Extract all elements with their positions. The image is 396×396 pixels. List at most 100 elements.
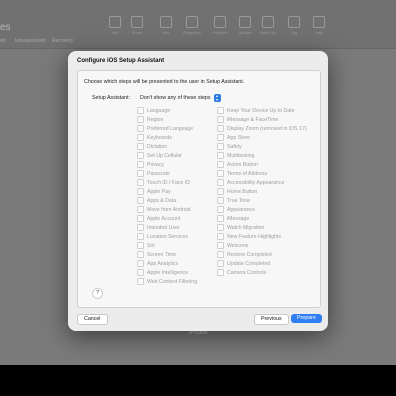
step-checkbox-item[interactable]: Keep Your Device Up to Date <box>217 106 307 115</box>
step-checkbox-item[interactable]: Restore Completed <box>217 250 307 259</box>
step-checkbox-item[interactable]: Region <box>137 115 197 124</box>
step-checkbox-item[interactable]: New Feature Highlights <box>217 232 307 241</box>
toolbar-button-label: Share <box>131 30 143 35</box>
checkbox[interactable] <box>137 116 144 123</box>
cancel-button[interactable]: Cancel <box>77 314 108 325</box>
checkbox[interactable] <box>217 161 224 168</box>
checkbox[interactable] <box>137 251 144 258</box>
blueprint-icon <box>186 16 198 28</box>
step-checkbox-item[interactable]: Multitasking <box>217 151 307 160</box>
checkbox[interactable] <box>137 215 144 222</box>
checkbox[interactable] <box>137 179 144 186</box>
checkbox[interactable] <box>217 179 224 186</box>
checkbox[interactable] <box>137 134 144 141</box>
toolbar-button[interactable]: Update <box>233 16 257 35</box>
step-checkbox-item[interactable]: Screen Time <box>137 250 197 259</box>
background-tab[interactable]: ed <box>0 38 6 44</box>
checkbox[interactable] <box>137 152 144 159</box>
checkbox[interactable] <box>137 224 144 231</box>
toolbar-button[interactable]: Tag <box>282 16 306 35</box>
checkbox[interactable] <box>217 224 224 231</box>
step-checkbox-item[interactable]: Display Zoom (removed in iOS 17) <box>217 124 307 133</box>
step-checkbox-item[interactable]: Appearance <box>217 205 307 214</box>
step-checkbox-item[interactable]: Accessibility Appearance <box>217 178 307 187</box>
checkbox[interactable] <box>217 116 224 123</box>
checkbox[interactable] <box>217 107 224 114</box>
checkbox[interactable] <box>217 197 224 204</box>
checkbox[interactable] <box>137 242 144 249</box>
step-checkbox-item[interactable]: Safety <box>217 142 307 151</box>
help-button[interactable]: ? <box>92 288 103 299</box>
checkbox[interactable] <box>217 260 224 267</box>
step-checkbox-item[interactable]: iMessage & FaceTime <box>217 115 307 124</box>
checkbox[interactable] <box>217 251 224 258</box>
checkbox[interactable] <box>137 260 144 267</box>
checkbox[interactable] <box>217 152 224 159</box>
checkbox[interactable] <box>217 170 224 177</box>
checkbox[interactable] <box>217 269 224 276</box>
checkbox[interactable] <box>137 197 144 204</box>
background-tab[interactable]: Unsupervised <box>15 38 46 44</box>
previous-button[interactable]: Previous <box>254 314 289 325</box>
toolbar-button[interactable]: Add <box>103 16 127 35</box>
prepare-icon <box>214 16 226 28</box>
checkbox[interactable] <box>137 125 144 132</box>
step-checkbox-item[interactable]: Action Button <box>217 160 307 169</box>
step-checkbox-item[interactable]: Home Button <box>217 187 307 196</box>
checkbox[interactable] <box>217 233 224 240</box>
checkbox[interactable] <box>137 107 144 114</box>
checkbox[interactable] <box>217 134 224 141</box>
checkbox[interactable] <box>217 206 224 213</box>
step-checkbox-item[interactable]: iMessage <box>217 214 307 223</box>
prepare-button[interactable]: Prepare <box>291 314 322 323</box>
step-checkbox-item[interactable]: Move from Android <box>137 205 197 214</box>
toolbar-button[interactable]: Help <box>307 16 331 35</box>
step-checkbox-item[interactable]: Keyboards <box>137 133 197 142</box>
step-checkbox-item[interactable]: Camera Controls <box>217 268 307 277</box>
checkbox[interactable] <box>217 242 224 249</box>
step-checkbox-item[interactable]: App Store <box>217 133 307 142</box>
step-label: Intended User <box>147 224 180 231</box>
step-checkbox-item[interactable]: Location Services <box>137 232 197 241</box>
toolbar-button[interactable]: Info <box>154 16 178 35</box>
step-checkbox-item[interactable]: Privacy <box>137 160 197 169</box>
checkbox[interactable] <box>137 278 144 285</box>
toolbar-button[interactable]: Back Up <box>256 16 280 35</box>
checkbox[interactable] <box>137 143 144 150</box>
setup-assistant-popup[interactable]: Don't show any of these steps ▴ ▾ <box>140 93 221 103</box>
step-label: Action Button <box>227 161 258 168</box>
toolbar-button[interactable]: Share <box>125 16 149 35</box>
checkbox[interactable] <box>217 215 224 222</box>
checkbox[interactable] <box>217 125 224 132</box>
step-checkbox-item[interactable]: Passcode <box>137 169 197 178</box>
step-checkbox-item[interactable]: Language <box>137 106 197 115</box>
step-checkbox-item[interactable]: Intended User <box>137 223 197 232</box>
background-tab[interactable]: Recovery <box>52 38 73 44</box>
step-checkbox-item[interactable]: Siri <box>137 241 197 250</box>
toolbar-button[interactable]: Prepare <box>208 16 232 35</box>
checkbox[interactable] <box>137 170 144 177</box>
step-checkbox-item[interactable]: Preferred Language <box>137 124 197 133</box>
checkbox[interactable] <box>137 161 144 168</box>
step-checkbox-item[interactable]: Apple Account <box>137 214 197 223</box>
step-checkbox-item[interactable]: Dictation <box>137 142 197 151</box>
checkbox[interactable] <box>137 206 144 213</box>
step-checkbox-item[interactable]: Update Completed <box>217 259 307 268</box>
checkbox[interactable] <box>137 188 144 195</box>
step-checkbox-item[interactable]: Touch ID / Face ID <box>137 178 197 187</box>
step-checkbox-item[interactable]: Terms of Address <box>217 169 307 178</box>
step-checkbox-item[interactable]: App Analytics <box>137 259 197 268</box>
step-checkbox-item[interactable]: Watch Migration <box>217 223 307 232</box>
step-checkbox-item[interactable]: True Tone <box>217 196 307 205</box>
step-checkbox-item[interactable]: Apple Pay <box>137 187 197 196</box>
step-checkbox-item[interactable]: Set Up Cellular <box>137 151 197 160</box>
step-checkbox-item[interactable]: Welcome <box>217 241 307 250</box>
checkbox[interactable] <box>137 269 144 276</box>
step-checkbox-item[interactable]: Apple Intelligence <box>137 268 197 277</box>
checkbox[interactable] <box>137 233 144 240</box>
step-checkbox-item[interactable]: Web Content Filtering <box>137 277 197 286</box>
checkbox[interactable] <box>217 188 224 195</box>
step-checkbox-item[interactable]: Apps & Data <box>137 196 197 205</box>
toolbar-button[interactable]: Blueprints <box>180 16 204 35</box>
checkbox[interactable] <box>217 143 224 150</box>
